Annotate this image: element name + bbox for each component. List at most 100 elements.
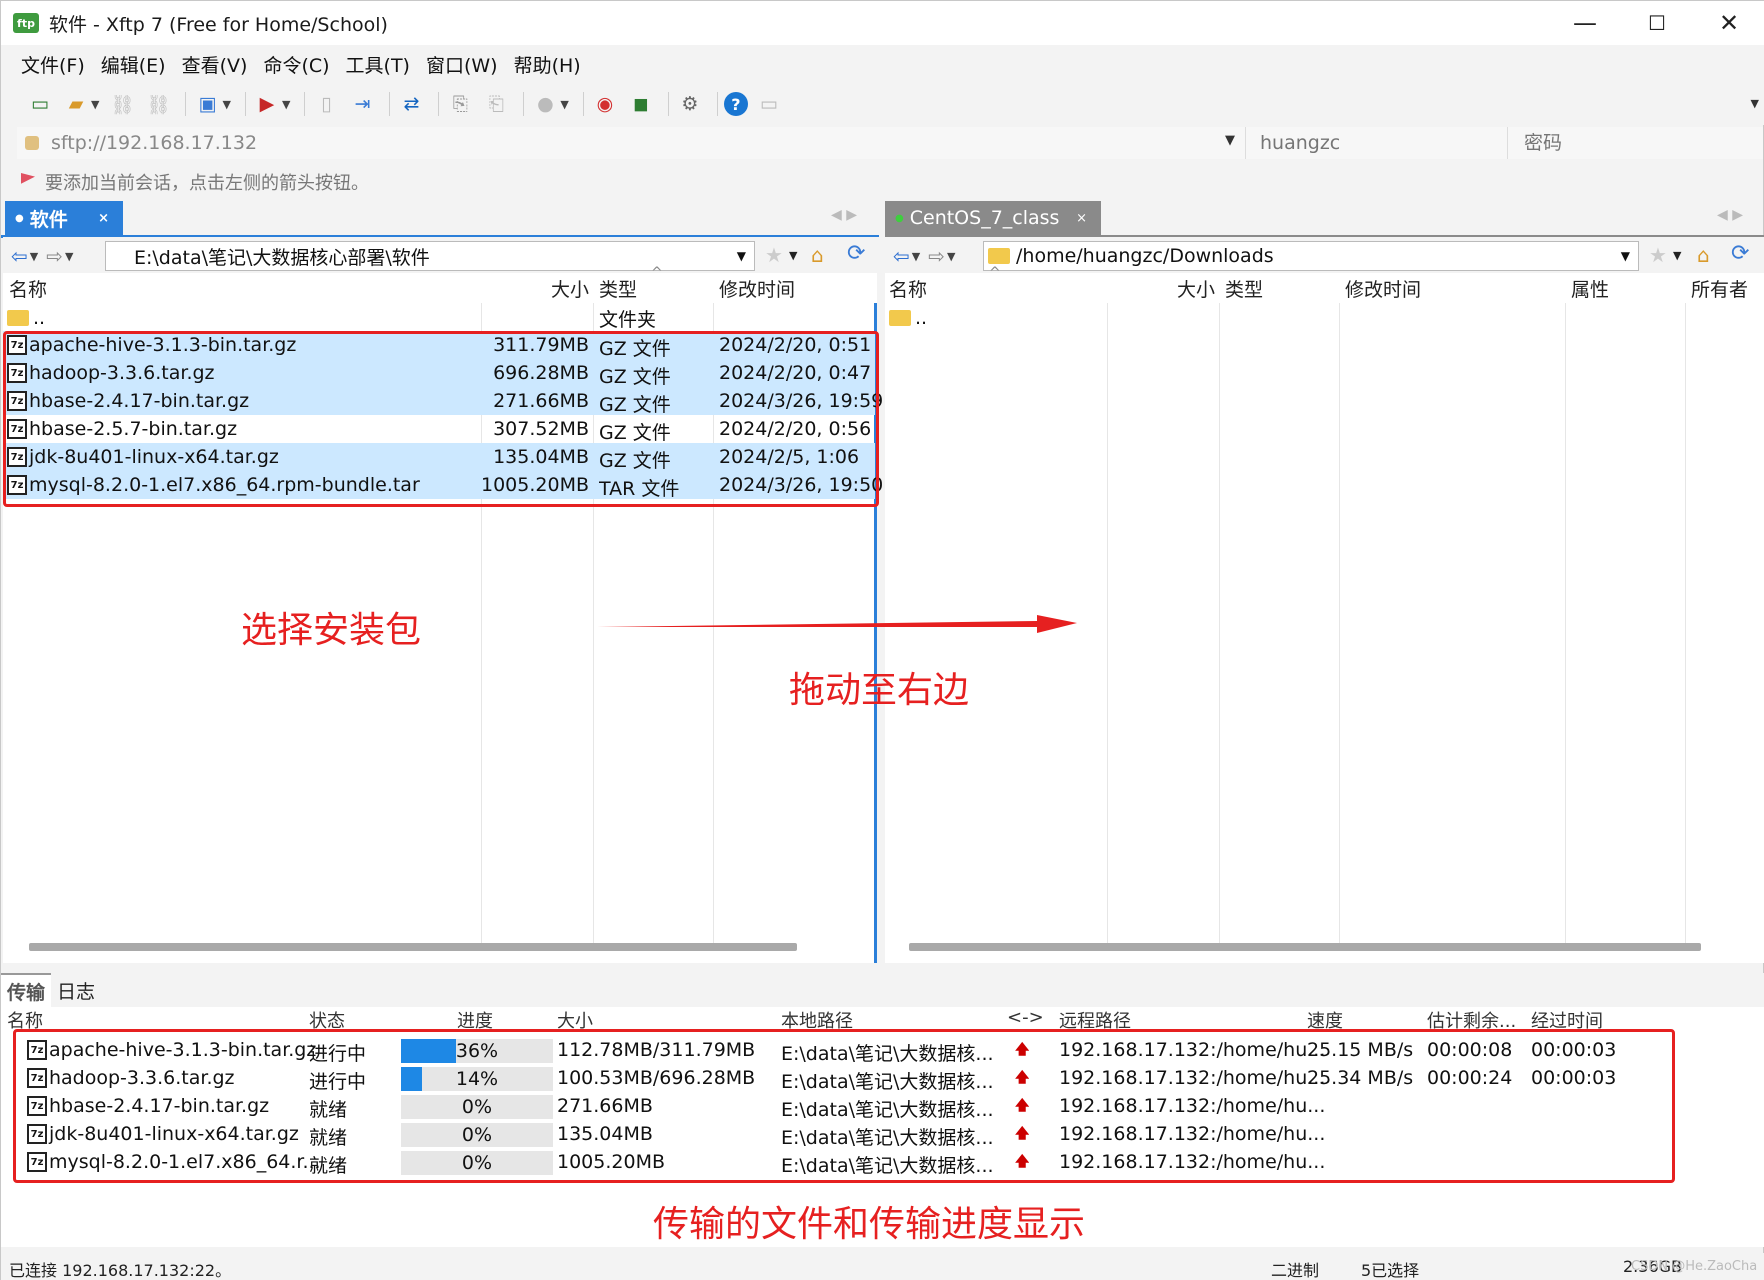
col-modified[interactable]: 修改时间 [719,275,795,302]
bookmark-dropdown-icon[interactable]: ▼ [1673,249,1681,262]
col-size[interactable]: 大小 [481,275,589,302]
sort-asc-icon: ^ [989,265,1001,281]
menu-view[interactable]: 查看(V) [182,51,248,78]
list-item-parent[interactable]: .. [885,303,1764,331]
xshell-icon[interactable]: ◉ [590,89,620,119]
username-input[interactable] [1245,127,1505,159]
properties-dropdown-icon[interactable]: ▼ [222,98,230,111]
terminal-dropdown-icon[interactable]: ▼ [282,98,290,111]
list-item[interactable]: 7z hbase-2.5.7-bin.tar.gz 307.52MB GZ 文件 202… [3,415,875,444]
transfer-row[interactable]: 7z jdk-8u401-linux-x64.tar.gz 就绪 0% 135.04MB… [1,1121,1764,1149]
host-dropdown-icon[interactable]: ▼ [1225,133,1235,148]
xcol-direction[interactable]: <-> [1007,1007,1044,1029]
menu-window[interactable]: 窗口(W) [426,51,498,78]
new-session-icon[interactable]: ▭ [25,89,55,119]
list-item[interactable]: 7z hadoop-3.3.6.tar.gz 696.28MB GZ 文件 2024/2… [3,359,875,388]
bookmark-star-icon[interactable]: ★ [1649,243,1667,267]
xcol-size[interactable]: 大小 [557,1007,593,1029]
xcol-progress[interactable]: 进度 [457,1007,493,1029]
toolbar-overflow-icon[interactable]: ▼ [1751,97,1759,110]
tab-close-icon[interactable]: × [1076,211,1087,226]
tab-right-remote[interactable]: ● CentOS_7_class × [885,201,1101,235]
col-owner[interactable]: 所有者 [1691,275,1748,302]
back-icon[interactable]: ⇦ [893,244,910,268]
right-path-combobox[interactable]: /home/huangzc/Downloads ▼ [983,241,1639,271]
copy-icon[interactable]: ⎘ [445,89,475,119]
transfer-remote-path: 192.168.17.132:/home/hu... [1059,1039,1326,1061]
paste-icon[interactable]: ⎗ [481,89,511,119]
file-icon[interactable]: ▯ [311,89,341,119]
menu-edit[interactable]: 编辑(E) [101,51,166,78]
refresh-icon[interactable]: ⟳ [847,241,865,266]
col-attr[interactable]: 属性 [1571,275,1609,302]
col-name[interactable]: 名称 [9,275,47,302]
tab-close-icon[interactable]: × [98,211,109,226]
xcol-local[interactable]: 本地路径 [781,1007,853,1029]
terminal-icon[interactable]: ▶ [252,89,282,119]
xcol-name[interactable]: 名称 [7,1007,43,1029]
file-modified: 2024/3/26, 19:50 [719,474,884,496]
col-name[interactable]: 名称 [889,275,927,302]
close-button[interactable]: ✕ [1693,1,1764,45]
col-type[interactable]: 类型 [1225,275,1263,302]
list-item[interactable]: 7z jdk-8u401-linux-x64.tar.gz 135.04MB GZ 文… [3,443,875,472]
sync-icon[interactable]: ⇄ [396,89,426,119]
col-size[interactable]: 大小 [1107,275,1215,302]
xcol-elapsed[interactable]: 经过时间 [1531,1007,1603,1029]
host-input[interactable] [51,129,1241,157]
upload-arrow-icon: 🡅 [1015,1042,1030,1058]
home-folder-icon[interactable]: ⌂ [811,243,824,267]
annotation-select: 选择安装包 [241,610,422,651]
forward-icon[interactable]: ⇨ [928,244,945,268]
chat-icon[interactable]: ▭ [754,89,784,119]
list-item[interactable]: 7z mysql-8.2.0-1.el7.x86_64.rpm-bundle.ta… [3,471,883,500]
transfer-row[interactable]: 7z hadoop-3.3.6.tar.gz 进行中 14% 100.53MB/696.… [1,1065,1764,1093]
xcol-remote[interactable]: 远程路径 [1059,1007,1131,1029]
col-modified[interactable]: 修改时间 [1345,275,1421,302]
path-dropdown-icon[interactable]: ▼ [1621,249,1630,263]
menu-help[interactable]: 帮助(H) [514,51,581,78]
back-icon[interactable]: ⇦ [11,244,28,268]
xcol-status[interactable]: 状态 [309,1007,345,1029]
disconnect-icon[interactable]: ⛓ [143,89,173,119]
gear-icon[interactable]: ⚙ [675,89,705,119]
col-type[interactable]: 类型 [599,275,637,302]
record-icon[interactable]: ● [530,89,560,119]
menu-tools[interactable]: 工具(T) [346,51,410,78]
transfer-status: 进行中 [309,1043,367,1065]
list-item[interactable]: 7z apache-hive-3.1.3-bin.tar.gz 311.79MB GZ… [3,331,875,360]
bookmark-dropdown-icon[interactable]: ▼ [789,249,797,262]
left-horizontal-scrollbar[interactable] [29,943,797,951]
refresh-icon[interactable]: ⟳ [1731,241,1749,266]
upload-icon[interactable]: ⇥ [347,89,377,119]
right-horizontal-scrollbar[interactable] [909,943,1701,951]
xcol-eta[interactable]: 估计剩余... [1427,1007,1516,1029]
help-icon[interactable]: ? [723,92,748,116]
connect-icon[interactable]: ⛓ [107,89,137,119]
transfer-row[interactable]: 7z hbase-2.4.17-bin.tar.gz 就绪 0% 271.66MB E:\… [1,1093,1764,1121]
properties-icon[interactable]: ▣ [192,89,222,119]
minimize-button[interactable]: — [1549,1,1621,45]
transfer-row[interactable]: 7z apache-hive-3.1.3-bin.tar.gz 进行中 36% 112.… [1,1037,1764,1065]
tab-log[interactable]: 日志 [51,973,101,1007]
list-item[interactable]: 7z hbase-2.4.17-bin.tar.gz 271.66MB GZ 文件 20… [3,387,883,416]
menu-command[interactable]: 命令(C) [263,51,329,78]
bookmark-star-icon[interactable]: ★ [765,243,783,267]
password-input[interactable] [1507,127,1763,159]
path-dropdown-icon[interactable]: ▼ [737,249,746,263]
transfer-row[interactable]: 7z mysql-8.2.0-1.el7.x86_64.r... 就绪 0% 1005.… [1,1149,1764,1177]
tab-left-local[interactable]: ● 软件 × [5,201,123,235]
home-folder-icon[interactable]: ⌂ [1697,243,1710,267]
xftp-icon[interactable]: ◼ [626,89,656,119]
right-tab-scroll-icon[interactable]: ◀ ▶ [1717,207,1743,223]
forward-icon[interactable]: ⇨ [46,244,63,268]
menu-file[interactable]: 文件(F) [21,51,85,78]
open-dropdown-icon[interactable]: ▼ [91,98,99,111]
xcol-speed[interactable]: 速度 [1307,1007,1343,1029]
tab-transfer[interactable]: 传输 [1,973,52,1007]
list-item-parent[interactable]: .. 文件夹 [3,303,877,331]
open-session-icon[interactable]: ▰ [61,89,91,119]
left-tab-scroll-icon[interactable]: ◀ ▶ [831,207,857,223]
maximize-button[interactable]: ☐ [1621,1,1693,45]
record-dropdown-icon[interactable]: ▼ [560,98,568,111]
